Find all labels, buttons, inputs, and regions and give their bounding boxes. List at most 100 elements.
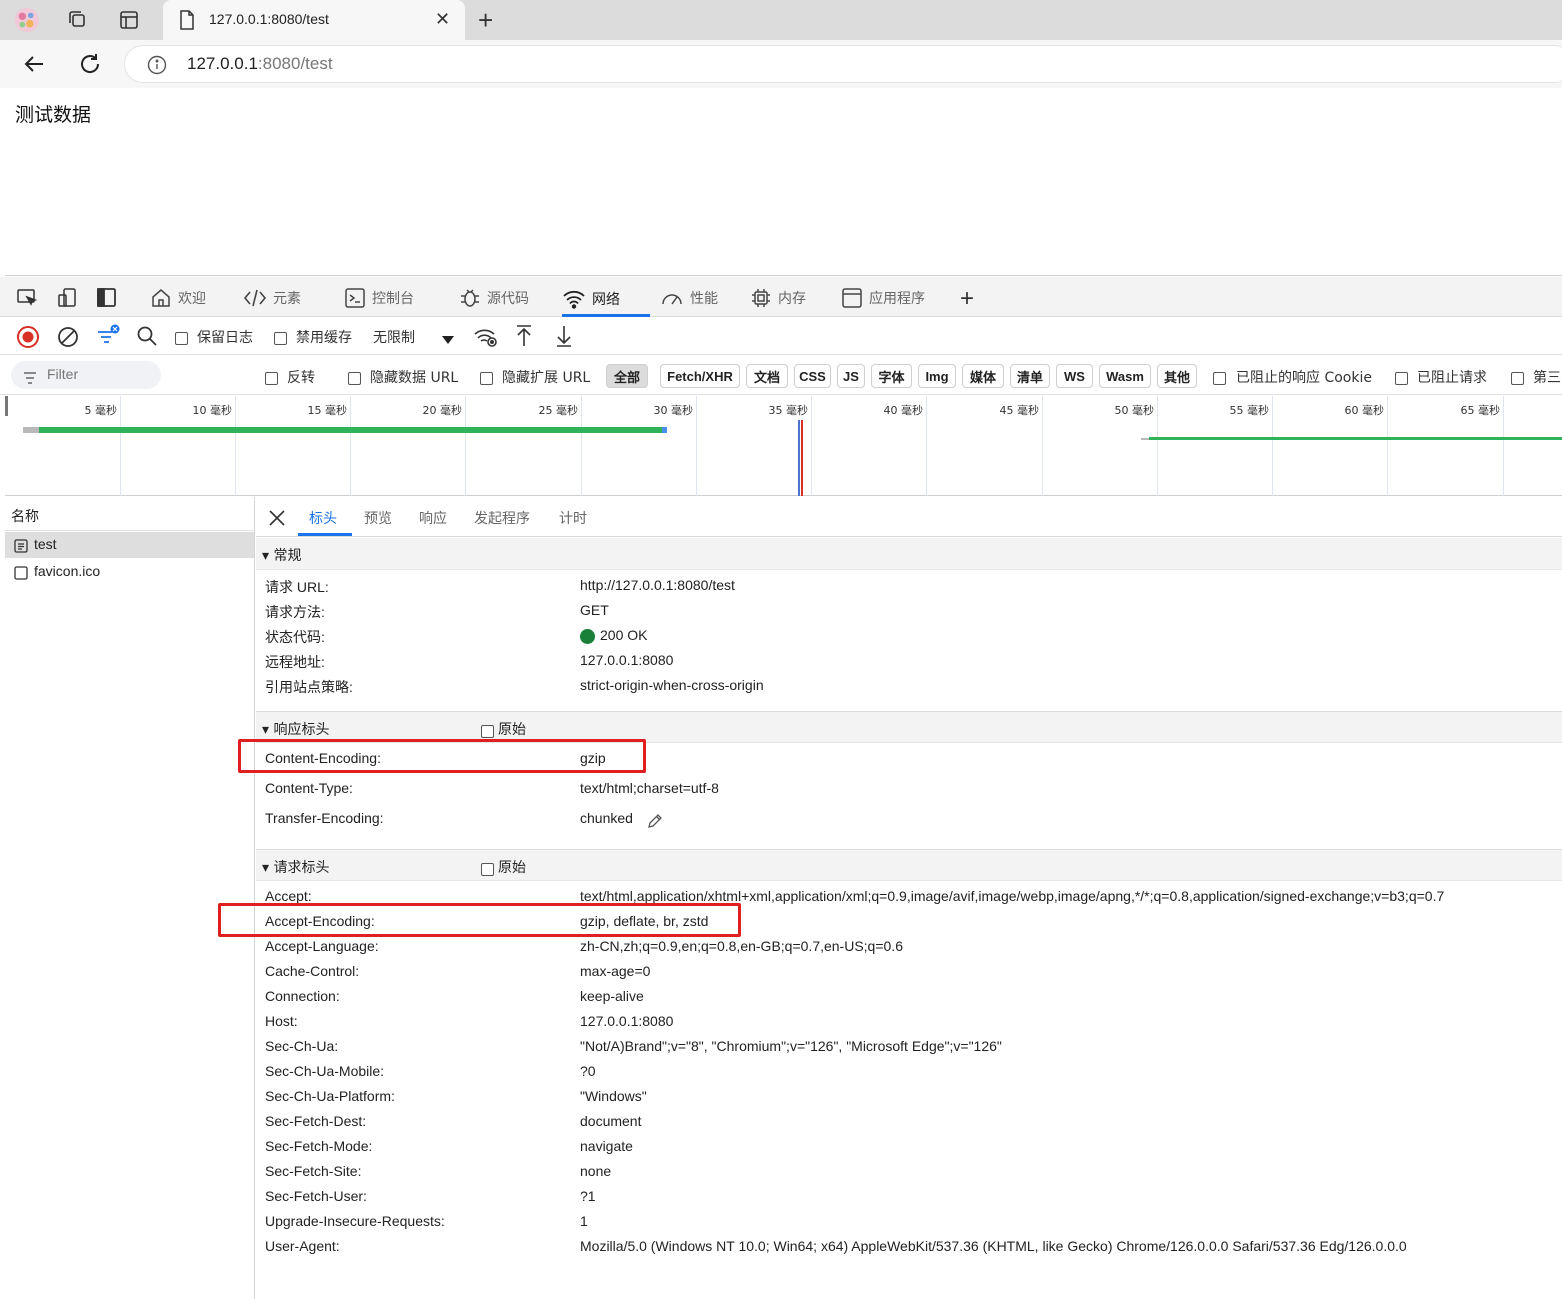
filter-type-fetch-xhr[interactable]: Fetch/XHR: [660, 364, 740, 388]
blocked-cookies-checkbox[interactable]: [1213, 368, 1226, 387]
header-value: zh-CN,zh;q=0.9,en;q=0.8,en-GB;q=0.7,en-U…: [580, 938, 903, 954]
back-icon[interactable]: [22, 52, 46, 80]
header-value: 200 OK: [600, 627, 648, 643]
tab-response[interactable]: 响应: [419, 508, 447, 528]
header-key: Transfer-Encoding:: [265, 810, 384, 826]
filter-type-doc[interactable]: 文档: [746, 364, 788, 388]
request-headers-section-header[interactable]: ▾ 请求标头 原始: [256, 849, 1562, 881]
name-column-header[interactable]: 名称: [5, 497, 254, 531]
filter-type-all[interactable]: 全部: [606, 364, 648, 388]
request-row-test[interactable]: test: [5, 532, 254, 558]
vertical-tabs-icon[interactable]: [116, 7, 142, 33]
request-row-favicon[interactable]: favicon.ico: [5, 559, 254, 585]
filter-input[interactable]: Filter: [11, 361, 161, 389]
tick-label: 15 毫秒: [307, 404, 348, 417]
header-value: Mozilla/5.0 (Windows NT 10.0; Win64; x64…: [580, 1238, 1407, 1254]
timing-bar-waiting: [1141, 438, 1149, 440]
request-name: favicon.ico: [34, 563, 101, 579]
timeline-gridline: [1503, 396, 1504, 496]
preserve-log-checkbox[interactable]: [175, 328, 188, 347]
inspect-element-icon[interactable]: [16, 287, 38, 313]
workspaces-icon[interactable]: [64, 7, 90, 33]
network-conditions-icon[interactable]: [473, 325, 499, 353]
dom-content-loaded-marker: [798, 420, 800, 496]
timing-bar-waiting: [23, 427, 39, 433]
tab-network[interactable]: 网络: [562, 285, 650, 317]
throttle-select[interactable]: 无限制: [366, 321, 462, 349]
file-icon: [14, 565, 28, 584]
filter-type-manifest[interactable]: 清单: [1010, 364, 1050, 388]
tab-initiator[interactable]: 发起程序: [474, 508, 530, 528]
header-key: Content-Type:: [265, 780, 353, 796]
response-headers-title: ▾ 响应标头: [262, 722, 330, 738]
filter-type-media[interactable]: 媒体: [962, 364, 1004, 388]
upload-har-icon[interactable]: [514, 324, 534, 352]
header-row: Sec-Fetch-Dest: document: [256, 1113, 1562, 1135]
tab-welcome[interactable]: 欢迎: [150, 285, 206, 311]
third-party-checkbox[interactable]: [1511, 368, 1524, 387]
header-row: 引用站点策略: strict-origin-when-cross-origin: [256, 677, 1562, 699]
tick-label: 65 毫秒: [1460, 404, 1501, 417]
tab-sources[interactable]: 源代码: [459, 285, 529, 311]
download-har-icon[interactable]: [554, 324, 574, 352]
highlight-accept-encoding: [218, 903, 741, 937]
tab-application[interactable]: 应用程序: [841, 285, 925, 311]
tab-memory[interactable]: 内存: [750, 285, 806, 311]
filter-type-css[interactable]: CSS: [794, 364, 831, 388]
filter-type-ws[interactable]: WS: [1056, 364, 1093, 388]
tick-label: 30 毫秒: [653, 404, 694, 417]
filter-toggle-icon[interactable]: [95, 323, 121, 353]
tab-headers[interactable]: 标头: [309, 508, 337, 528]
raw-checkbox[interactable]: [481, 859, 494, 878]
home-icon: [152, 289, 170, 307]
tab-performance-label: 性能: [690, 291, 718, 307]
request-headers-title: ▾ 请求标头: [262, 860, 330, 876]
dock-side-icon[interactable]: [96, 287, 118, 313]
invert-checkbox[interactable]: [265, 368, 278, 387]
reload-icon[interactable]: [78, 52, 102, 80]
new-tab-button[interactable]: +: [478, 5, 493, 36]
disable-cache-checkbox[interactable]: [274, 328, 287, 347]
header-value: none: [580, 1163, 612, 1179]
network-overview-timeline[interactable]: 5 毫秒 10 毫秒 15 毫秒 20 毫秒 25 毫秒 30 毫秒 35 毫秒…: [5, 396, 1562, 496]
tab-elements[interactable]: 元素: [243, 285, 301, 311]
header-row: Accept-Language: zh-CN,zh;q=0.9,en;q=0.8…: [256, 938, 1562, 960]
general-section-header[interactable]: ▾ 常规: [256, 538, 1562, 570]
clear-icon[interactable]: [56, 325, 80, 353]
header-row: Sec-Fetch-Mode: navigate: [256, 1138, 1562, 1160]
tick-label: 25 毫秒: [538, 404, 579, 417]
close-tab-icon[interactable]: ✕: [435, 9, 450, 30]
tick-label: 50 毫秒: [1114, 404, 1155, 417]
url-text[interactable]: 127.0.0.1:8080/test: [187, 54, 333, 74]
filter-type-img[interactable]: Img: [918, 364, 956, 388]
filter-type-other[interactable]: 其他: [1157, 364, 1197, 388]
header-key: 引用站点策略:: [265, 679, 353, 695]
blocked-requests-checkbox[interactable]: [1395, 368, 1408, 387]
edit-pencil-icon[interactable]: [646, 812, 664, 833]
more-tools-plus-icon[interactable]: +: [960, 285, 974, 313]
hide-ext-url-checkbox[interactable]: [480, 368, 493, 387]
record-stop-icon[interactable]: [16, 325, 40, 353]
filter-type-js[interactable]: JS: [837, 364, 865, 388]
preserve-log-label: 保留日志: [197, 330, 253, 346]
bug-icon: [461, 289, 479, 307]
tab-performance[interactable]: 性能: [660, 285, 718, 311]
device-toolbar-icon[interactable]: [56, 287, 78, 313]
timeline-left-handle[interactable]: [5, 396, 8, 416]
search-icon[interactable]: [136, 325, 158, 351]
raw-checkbox[interactable]: [481, 721, 494, 740]
header-row: 请求方法: GET: [256, 602, 1562, 624]
tab-preview[interactable]: 预览: [364, 508, 392, 528]
browser-tab-active[interactable]: 127.0.0.1:8080/test ✕: [163, 0, 465, 40]
header-value: 127.0.0.1:8080: [580, 1013, 674, 1029]
close-detail-icon[interactable]: [268, 509, 286, 531]
filter-type-font[interactable]: 字体: [871, 364, 912, 388]
address-bar[interactable]: 127.0.0.1:8080/test: [124, 45, 1562, 83]
info-icon[interactable]: [147, 55, 167, 79]
profile-avatar-icon[interactable]: [14, 7, 40, 33]
hide-data-url-checkbox[interactable]: [348, 368, 361, 387]
filter-type-wasm[interactable]: Wasm: [1099, 364, 1151, 388]
filter-placeholder: Filter: [47, 366, 79, 382]
tab-console[interactable]: 控制台: [344, 285, 414, 311]
tab-timing[interactable]: 计时: [559, 508, 587, 528]
